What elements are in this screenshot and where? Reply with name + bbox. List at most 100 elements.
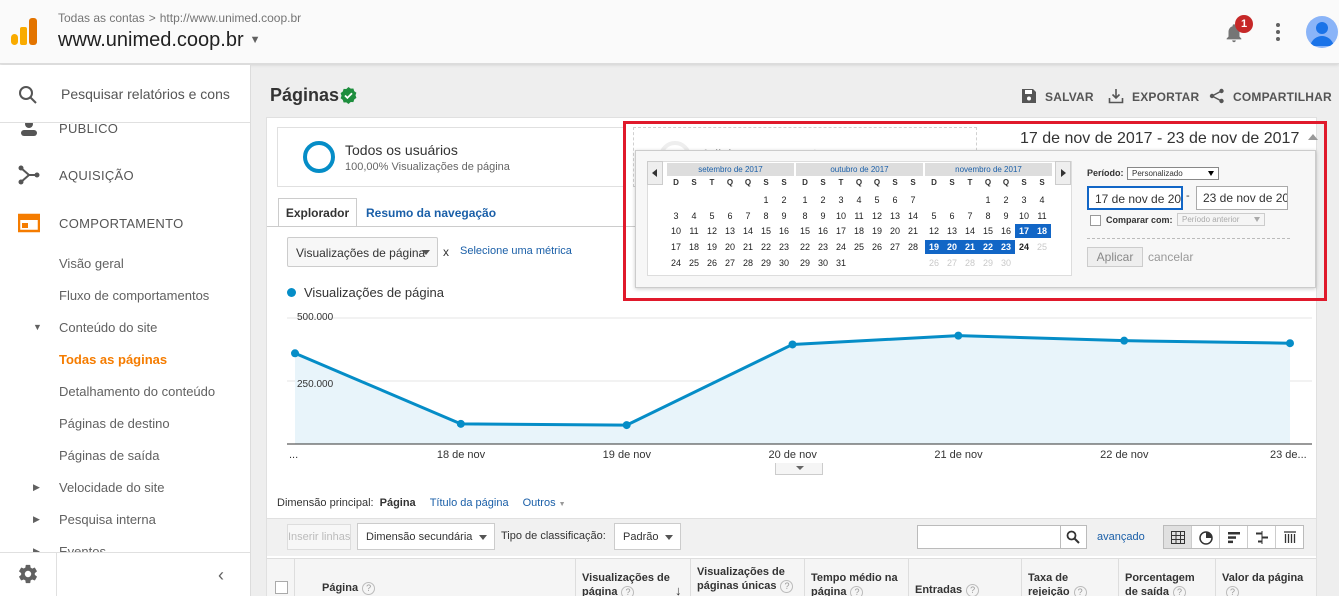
data-point[interactable] xyxy=(1120,336,1129,345)
sidebar-item-site-content[interactable]: Conteúdo do site xyxy=(59,320,157,335)
metric-select[interactable]: Visualizações de página xyxy=(287,237,438,267)
x-tick-label: 19 de nov xyxy=(602,449,651,461)
data-point[interactable] xyxy=(622,421,631,430)
collapse-sidebar-icon[interactable]: ‹ xyxy=(218,565,224,586)
search-input[interactable]: Pesquisar relatórios e cons xyxy=(61,86,230,102)
column-separator xyxy=(294,559,295,596)
col-header-bounce-rate[interactable]: Taxa de rejeição? xyxy=(1028,571,1108,596)
sort-desc-icon[interactable]: ↓ xyxy=(675,583,682,596)
select-metric-link[interactable]: Selecione uma métrica xyxy=(460,245,572,257)
view-data-table[interactable] xyxy=(1164,526,1192,548)
report-search[interactable]: Pesquisar relatórios e cons xyxy=(0,65,250,123)
view-comparison[interactable] xyxy=(1248,526,1276,548)
more-menu-icon[interactable] xyxy=(1272,21,1284,43)
secondary-dimension-select[interactable]: Dimensão secundária xyxy=(357,523,495,550)
user-avatar[interactable] xyxy=(1306,16,1338,48)
primary-dimension-label: Dimensão principal: xyxy=(277,497,374,509)
sidebar-item-behavior-flow[interactable]: Fluxo de comportamentos xyxy=(59,288,209,303)
col-header-unique-pageviews[interactable]: Visualizações de páginas únicas? xyxy=(697,565,797,593)
breadcrumb-property[interactable]: http://www.unimed.coop.br xyxy=(160,11,301,25)
view-performance[interactable] xyxy=(1220,526,1248,548)
advanced-filter-link[interactable]: avançado xyxy=(1097,531,1145,543)
share-button[interactable]: COMPARTILHAR xyxy=(1209,88,1332,106)
sidebar-item-exit-pages[interactable]: Páginas de saída xyxy=(59,448,159,463)
data-point[interactable] xyxy=(291,349,299,358)
expand-right-icon[interactable]: ▶ xyxy=(33,514,40,525)
col-header-label: Entradas xyxy=(915,584,963,596)
tab-navigation-summary[interactable]: Resumo da navegação xyxy=(366,206,496,220)
expand-right-icon[interactable]: ▶ xyxy=(33,482,40,493)
export-label: EXPORTAR xyxy=(1132,90,1200,104)
save-icon xyxy=(1022,89,1036,103)
x-tick-label: 20 de nov xyxy=(768,449,817,461)
column-separator xyxy=(1021,559,1022,596)
col-header-avg-time[interactable]: Tempo médio na página? xyxy=(811,571,906,596)
sidebar-item-content-drilldown[interactable]: Detalhamento do conteúdo xyxy=(59,384,215,399)
save-button[interactable]: SALVAR xyxy=(1021,88,1094,106)
col-header-exit-pct[interactable]: Porcentagem de saída? xyxy=(1125,571,1210,596)
pivot-icon xyxy=(1284,531,1296,543)
highlight-annotation-box xyxy=(623,121,1327,301)
sidebar-item-overview[interactable]: Visão geral xyxy=(59,256,124,271)
data-point[interactable] xyxy=(456,419,465,428)
view-pie[interactable] xyxy=(1192,526,1220,548)
chart-resize-handle[interactable] xyxy=(775,463,823,475)
insert-rows-button[interactable]: Inserir linhas xyxy=(287,524,351,550)
sidebar-item-landing-pages[interactable]: Páginas de destino xyxy=(59,416,170,431)
table-search-button[interactable] xyxy=(1060,526,1086,548)
col-header-entrances[interactable]: Entradas? xyxy=(915,583,980,596)
sort-type-select[interactable]: Padrão xyxy=(614,523,681,550)
help-icon[interactable]: ? xyxy=(966,584,980,596)
breadcrumb[interactable]: Todas as contas > http://www.unimed.coop.b… xyxy=(58,11,301,25)
column-separator xyxy=(1118,559,1119,596)
line-chart[interactable] xyxy=(287,307,1312,467)
help-icon[interactable]: ? xyxy=(850,586,864,596)
view-selector[interactable]: www.unimed.coop.br ▼ xyxy=(58,29,261,52)
view-pivot[interactable] xyxy=(1276,526,1303,548)
table-search[interactable] xyxy=(917,525,1087,549)
help-icon[interactable]: ? xyxy=(362,582,376,595)
export-button[interactable]: EXPORTAR xyxy=(1108,88,1199,106)
dimension-page[interactable]: Página xyxy=(380,497,416,509)
x-tick-label: 18 de nov xyxy=(436,449,486,461)
select-all-checkbox[interactable] xyxy=(275,581,288,594)
page-title: Páginas xyxy=(270,85,340,105)
help-icon[interactable]: ? xyxy=(780,580,794,593)
segment-all-users[interactable]: Todos os usuários 100,00% Visualizações … xyxy=(277,127,624,187)
notification-badge[interactable]: 1 xyxy=(1235,15,1253,33)
sidebar-item-site-speed[interactable]: Velocidade do site xyxy=(59,480,165,495)
help-icon[interactable]: ? xyxy=(1073,586,1087,596)
segment-percentage: 100,00% Visualizações de página xyxy=(345,161,510,173)
sidebar-section-label: AQUISIÇÃO xyxy=(59,168,134,183)
help-icon[interactable]: ? xyxy=(1173,586,1187,596)
col-header-page-value[interactable]: Valor da página? xyxy=(1222,571,1312,596)
breadcrumb-account[interactable]: Todas as contas xyxy=(58,11,145,25)
sidebar-item-site-search[interactable]: Pesquisa interna xyxy=(59,512,156,527)
col-header-label: Visualizações de páginas únicas xyxy=(697,566,785,592)
sidebar-section-behavior[interactable]: COMPORTAMENTO xyxy=(0,208,250,240)
caret-down-icon[interactable]: ▼ xyxy=(250,34,261,46)
metric-vs-label: x xyxy=(443,245,449,259)
behavior-icon xyxy=(18,213,40,233)
gear-icon[interactable] xyxy=(17,563,39,585)
col-header-pageviews[interactable]: Visualizações de página? xyxy=(582,571,682,596)
legend-dot xyxy=(287,288,296,297)
help-icon[interactable]: ? xyxy=(621,586,635,596)
data-point[interactable] xyxy=(788,340,797,349)
sidebar-item-all-pages[interactable]: Todas as páginas xyxy=(59,352,167,367)
data-point[interactable] xyxy=(954,331,963,340)
help-icon[interactable]: ? xyxy=(1226,586,1239,596)
expand-down-icon[interactable]: ▼ xyxy=(33,322,42,332)
legend-label: Visualizações de página xyxy=(304,285,444,300)
chart-svg xyxy=(287,317,1312,445)
dimension-others[interactable]: Outros ▼ xyxy=(523,497,566,509)
analytics-logo[interactable] xyxy=(11,18,37,45)
data-point[interactable] xyxy=(1286,339,1294,348)
sidebar-section-label: PÚBLICO xyxy=(59,121,119,136)
segment-ring-icon xyxy=(303,141,335,173)
site-name[interactable]: www.unimed.coop.br xyxy=(58,29,244,51)
col-header-page[interactable]: Página? xyxy=(322,581,376,595)
tab-explorer[interactable]: Explorador xyxy=(278,198,357,227)
dimension-page-title[interactable]: Título da página xyxy=(430,497,509,509)
sidebar-section-acquisition[interactable]: AQUISIÇÃO xyxy=(0,160,250,192)
